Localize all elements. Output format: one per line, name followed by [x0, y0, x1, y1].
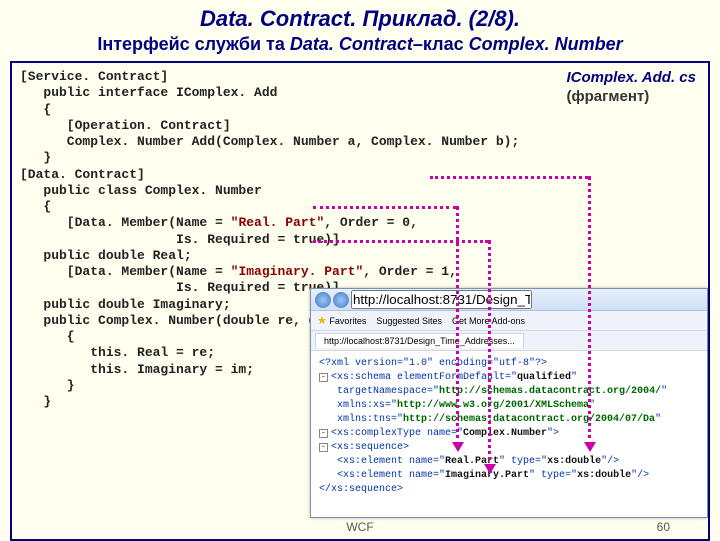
code-line: Complex. Number Add(Complex. Number a, C… — [20, 134, 700, 150]
code-line: [Data. Member(Name = "Imaginary. Part", … — [20, 264, 700, 280]
xml-line: <xs:element name="Imaginary.Part" type="… — [319, 469, 699, 483]
suggested-sites-link[interactable]: Suggested Sites — [376, 316, 442, 326]
arrow-connector — [313, 240, 488, 243]
xml-line: -<xs:sequence> — [319, 441, 699, 455]
code-line: [Data. Member(Name = "Real. Part", Order… — [20, 215, 700, 231]
file-label: IComplex. Add. cs (фрагмент) — [567, 69, 696, 107]
file-sub: (фрагмент) — [567, 88, 696, 107]
code-line: } — [20, 150, 700, 166]
arrow-connector — [430, 176, 588, 179]
subtitle-dc: Data. Contract — [290, 34, 413, 54]
subtitle-prefix: Інтерфейс служби та — [97, 34, 290, 54]
favorites-bar: ★ Favorites Suggested Sites Get More Add… — [311, 311, 707, 331]
xml-line: -<xs:schema elementFormDefault="qualifie… — [319, 371, 699, 385]
code-line: public class Complex. Number — [20, 183, 700, 199]
slide-subtitle: Інтерфейс служби та Data. Contract–клас … — [0, 34, 720, 55]
browser-window: ★ Favorites Suggested Sites Get More Add… — [310, 288, 708, 518]
xml-line: xmlns:tns="http://schemas.datacontract.o… — [319, 413, 699, 427]
xml-line: </xs:sequence> — [319, 483, 699, 497]
file-name: IComplex. Add. cs — [567, 69, 696, 88]
favorites-label[interactable]: Favorites — [329, 316, 366, 326]
browser-tab[interactable]: http://localhost:8731/Design_Time_Addres… — [315, 333, 524, 348]
address-input[interactable] — [351, 290, 532, 309]
footer-label: WCF — [0, 520, 720, 534]
browser-titlebar — [311, 289, 707, 311]
back-icon[interactable] — [315, 292, 331, 308]
xml-line: <xs:element name="Real.Part" type="xs:do… — [319, 455, 699, 469]
subtitle-classname: Complex. Number — [469, 34, 623, 54]
code-line: [Operation. Contract] — [20, 118, 700, 134]
arrow-connector — [588, 176, 591, 446]
xml-line: -<xs:complexType name="Complex.Number"> — [319, 427, 699, 441]
arrow-connector — [313, 206, 456, 209]
xml-content: <?xml version="1.0" encoding="utf-8"?> -… — [311, 351, 707, 503]
star-icon: ★ — [317, 315, 327, 327]
tab-bar: http://localhost:8731/Design_Time_Addres… — [311, 331, 707, 351]
forward-icon[interactable] — [333, 292, 349, 308]
xml-line: <?xml version="1.0" encoding="utf-8"?> — [319, 357, 699, 371]
xml-line: targetNamespace="http://schemas.datacont… — [319, 385, 699, 399]
page-number: 60 — [657, 520, 670, 534]
code-line: [Data. Contract] — [20, 167, 700, 183]
subtitle-mid: –клас — [413, 34, 469, 54]
arrow-connector — [488, 240, 491, 468]
code-line: public double Real; — [20, 248, 700, 264]
xml-line: xmlns:xs="http://www.w3.org/2001/XMLSche… — [319, 399, 699, 413]
slide-title: Data. Contract. Приклад. (2/8). — [0, 0, 720, 32]
